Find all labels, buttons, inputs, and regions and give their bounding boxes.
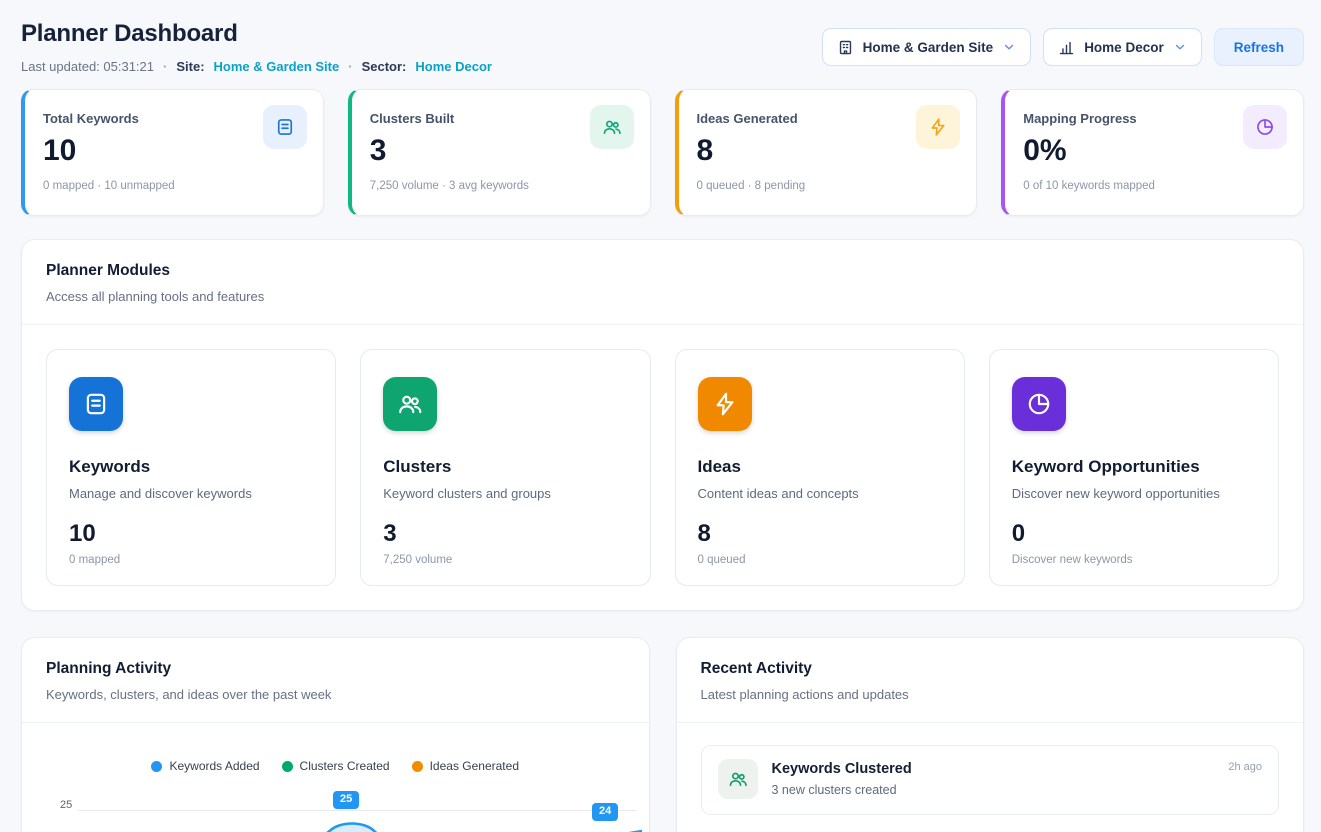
meta-row: Last updated: 05:31:21 · Site: Home & Ga… (21, 59, 492, 74)
header-controls: Home & Garden Site Home Decor Refresh (822, 28, 1304, 66)
stat-detail: 0 queued · 8 pending (697, 180, 959, 192)
bar-chart-icon (1058, 39, 1075, 56)
stat-detail: 0 of 10 keywords mapped (1023, 180, 1285, 192)
site-link[interactable]: Home & Garden Site (214, 59, 340, 74)
modules-header: Planner Modules Access all planning tool… (22, 240, 1303, 324)
planner-modules-section: Planner Modules Access all planning tool… (21, 239, 1304, 611)
stat-card-mapping-progress: Mapping Progress 0% 0 of 10 keywords map… (1001, 89, 1304, 216)
users-icon (383, 377, 437, 431)
module-value: 10 (69, 522, 313, 546)
planning-activity-card: Planning Activity Keywords, clusters, an… (21, 637, 650, 832)
data-point-label: 25 (333, 791, 359, 809)
legend-item-clusters-created[interactable]: Clusters Created (282, 759, 390, 773)
refresh-button[interactable]: Refresh (1214, 28, 1304, 66)
module-title: Ideas (698, 457, 942, 477)
meta-separator: · (348, 59, 352, 74)
sector-selector-value: Home Decor (1084, 40, 1164, 55)
bolt-icon (916, 105, 960, 149)
stat-detail: 7,250 volume · 3 avg keywords (370, 180, 632, 192)
y-axis-tick: 25 (60, 799, 72, 811)
bolt-icon (698, 377, 752, 431)
modules-subtitle: Access all planning tools and features (46, 289, 1279, 304)
sector-link[interactable]: Home Decor (415, 59, 492, 74)
keywords-added-area-series (74, 807, 642, 832)
chevron-down-icon (1173, 40, 1187, 54)
page-header: Planner Dashboard Last updated: 05:31:21… (21, 16, 1304, 74)
stat-card-total-keywords: Total Keywords 10 0 mapped · 10 unmapped (21, 89, 324, 216)
planning-activity-header: Planning Activity Keywords, clusters, an… (22, 638, 649, 723)
module-card-keyword-opportunities[interactable]: Keyword Opportunities Discover new keywo… (989, 349, 1279, 586)
module-detail: Discover new keywords (1012, 554, 1256, 566)
recent-activity-item[interactable]: Keywords Clustered 3 new clusters create… (701, 745, 1280, 815)
last-updated-text: Last updated: 05:31:21 (21, 59, 154, 74)
recent-item-description: 3 new clusters created (772, 783, 912, 797)
module-title: Clusters (383, 457, 627, 477)
stat-detail: 0 mapped · 10 unmapped (43, 180, 305, 192)
bottom-row: Planning Activity Keywords, clusters, an… (21, 637, 1304, 832)
legend-label: Clusters Created (300, 759, 390, 773)
legend-label: Keywords Added (169, 759, 259, 773)
module-value: 0 (1012, 522, 1256, 546)
recent-activity-title: Recent Activity (701, 660, 1280, 678)
module-card-ideas[interactable]: Ideas Content ideas and concepts 8 0 que… (675, 349, 965, 586)
module-card-keywords[interactable]: Keywords Manage and discover keywords 10… (46, 349, 336, 586)
module-detail: 0 queued (698, 554, 942, 566)
site-selector-value: Home & Garden Site (863, 40, 994, 55)
users-icon (590, 105, 634, 149)
legend-dot-orange (412, 761, 423, 772)
modules-title: Planner Modules (46, 262, 1279, 280)
legend-item-keywords-added[interactable]: Keywords Added (151, 759, 259, 773)
planner-dashboard-page: Planner Dashboard Last updated: 05:31:21… (0, 0, 1321, 832)
module-detail: 7,250 volume (383, 554, 627, 566)
module-title: Keyword Opportunities (1012, 457, 1256, 477)
module-detail: 0 mapped (69, 554, 313, 566)
recent-item-text: Keywords Clustered 3 new clusters create… (772, 759, 912, 797)
legend-label: Ideas Generated (430, 759, 519, 773)
planning-activity-chart: 25 25 24 (22, 789, 649, 832)
module-value: 8 (698, 522, 942, 546)
stat-card-clusters-built: Clusters Built 3 7,250 volume · 3 avg ke… (348, 89, 651, 216)
planning-activity-title: Planning Activity (46, 660, 625, 678)
module-card-clusters[interactable]: Clusters Keyword clusters and groups 3 7… (360, 349, 650, 586)
recent-activity-subtitle: Latest planning actions and updates (701, 687, 1280, 702)
users-icon (718, 759, 758, 799)
module-description: Discover new keyword opportunities (1012, 486, 1256, 501)
recent-activity-card: Recent Activity Latest planning actions … (676, 637, 1305, 832)
recent-activity-list: Keywords Clustered 3 new clusters create… (677, 723, 1304, 832)
sector-label: Sector: (362, 59, 407, 74)
chart-legend: Keywords Added Clusters Created Ideas Ge… (22, 759, 649, 773)
module-value: 3 (383, 522, 627, 546)
note-icon (69, 377, 123, 431)
meta-separator: · (163, 59, 167, 74)
planning-activity-subtitle: Keywords, clusters, and ideas over the p… (46, 687, 625, 702)
stats-row: Total Keywords 10 0 mapped · 10 unmapped… (21, 89, 1304, 216)
note-icon (263, 105, 307, 149)
site-selector-dropdown[interactable]: Home & Garden Site (822, 28, 1032, 66)
legend-dot-green (282, 761, 293, 772)
recent-item-title: Keywords Clustered (772, 761, 912, 777)
sector-selector-dropdown[interactable]: Home Decor (1043, 28, 1202, 66)
legend-dot-blue (151, 761, 162, 772)
modules-grid: Keywords Manage and discover keywords 10… (22, 325, 1303, 610)
data-point-label: 24 (592, 803, 618, 821)
recent-item-time: 2h ago (1228, 761, 1262, 773)
module-title: Keywords (69, 457, 313, 477)
header-left: Planner Dashboard Last updated: 05:31:21… (21, 16, 492, 74)
module-description: Content ideas and concepts (698, 486, 942, 501)
page-title: Planner Dashboard (21, 20, 492, 48)
module-description: Keyword clusters and groups (383, 486, 627, 501)
legend-item-ideas-generated[interactable]: Ideas Generated (412, 759, 519, 773)
site-label: Site: (176, 59, 204, 74)
stat-card-ideas-generated: Ideas Generated 8 0 queued · 8 pending (675, 89, 978, 216)
recent-activity-header: Recent Activity Latest planning actions … (677, 638, 1304, 723)
pie-chart-icon (1012, 377, 1066, 431)
chevron-down-icon (1002, 40, 1016, 54)
building-icon (837, 39, 854, 56)
pie-chart-icon (1243, 105, 1287, 149)
module-description: Manage and discover keywords (69, 486, 313, 501)
